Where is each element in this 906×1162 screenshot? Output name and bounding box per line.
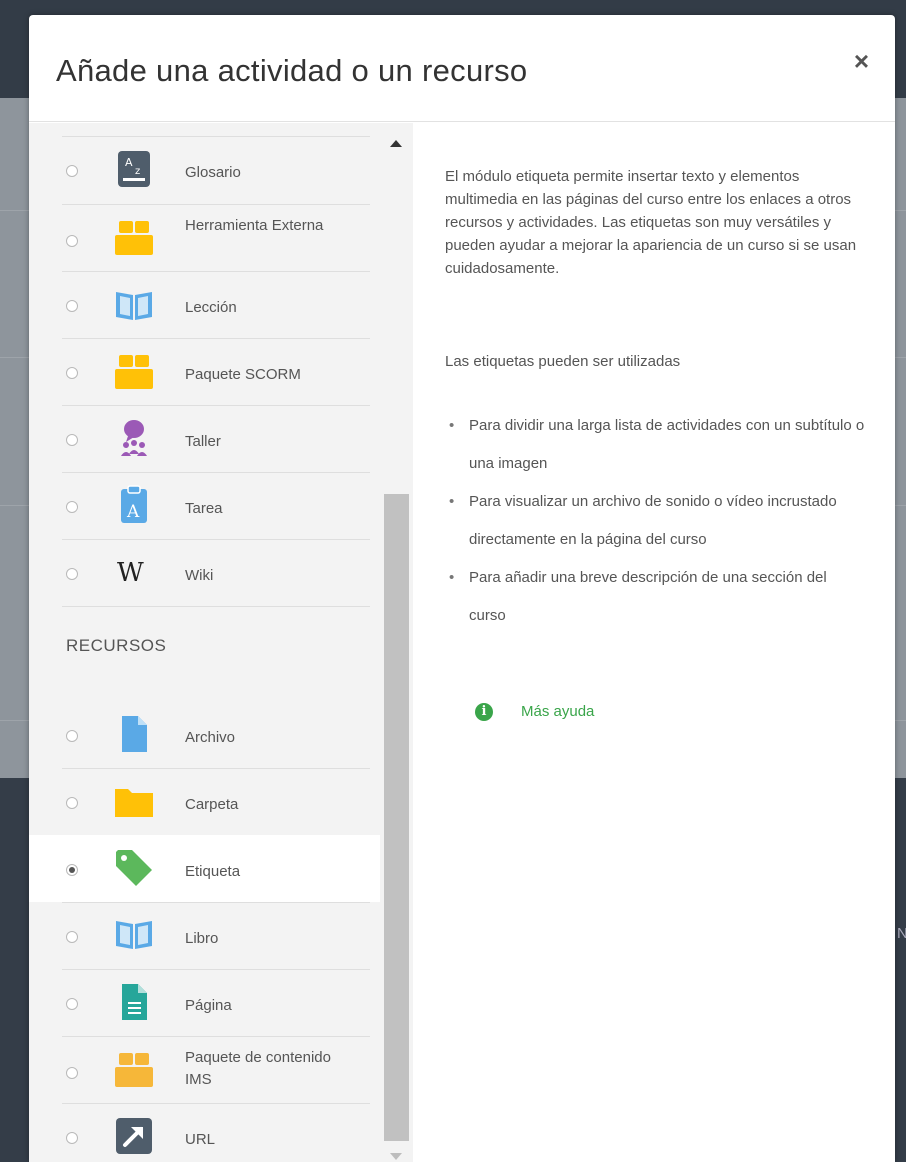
- option-label: Glosario: [185, 164, 241, 181]
- radio-button[interactable]: [66, 568, 78, 580]
- svg-text:W: W: [117, 558, 144, 588]
- radio-button-selected[interactable]: [66, 864, 78, 876]
- glossary-icon: A z: [118, 151, 150, 187]
- tag-icon: [116, 850, 152, 886]
- page-icon: [122, 984, 147, 1020]
- option-label: Tarea: [185, 500, 223, 517]
- help-paragraph: Las etiquetas pueden ser utilizadas: [445, 353, 681, 370]
- scroll-up-arrow-icon[interactable]: [390, 140, 402, 147]
- help-bullet-list: Para dividir una larga lista de activida…: [445, 407, 865, 635]
- option-label: Paquete de contenido IMS: [185, 1049, 331, 1088]
- option-label: Taller: [185, 433, 221, 450]
- file-icon: [122, 716, 147, 752]
- package-icon: [115, 355, 153, 389]
- scrollbar-thumb[interactable]: [384, 494, 409, 1141]
- info-icon: i: [475, 703, 493, 721]
- radio-button[interactable]: [66, 235, 78, 247]
- option-leccion[interactable]: Lección: [29, 272, 380, 338]
- radio-button[interactable]: [66, 1067, 78, 1079]
- option-carpeta[interactable]: Carpeta: [29, 769, 380, 835]
- option-label: Etiqueta: [185, 863, 241, 880]
- radio-button[interactable]: [66, 797, 78, 809]
- svg-text:A: A: [126, 502, 140, 522]
- separator: [62, 606, 370, 607]
- dialog-header: Añade una actividad o un recurso ×: [29, 15, 895, 122]
- folder-icon: [115, 789, 153, 817]
- option-label: Archivo: [185, 729, 236, 746]
- option-libro[interactable]: Libro: [29, 903, 380, 969]
- section-title-recursos: RECURSOS: [66, 636, 167, 655]
- option-url[interactable]: URL: [29, 1104, 380, 1162]
- option-label: Libro: [185, 930, 219, 947]
- option-label: Paquete SCORM: [185, 366, 301, 383]
- option-archivo[interactable]: Archivo: [29, 702, 380, 768]
- radio-button[interactable]: [66, 1132, 78, 1144]
- radio-button[interactable]: [66, 300, 78, 312]
- scroll-down-arrow-icon[interactable]: [390, 1153, 402, 1160]
- option-label: Página: [185, 997, 232, 1014]
- option-tarea[interactable]: A Tarea: [29, 473, 380, 539]
- more-help-link[interactable]: Más ayuda: [521, 703, 594, 721]
- list-item: Para añadir una breve descripción de una…: [445, 559, 865, 635]
- list-item: Para visualizar un archivo de sonido o v…: [445, 483, 865, 559]
- option-label: Herramienta Externa: [185, 217, 324, 234]
- workshop-icon: [121, 420, 147, 456]
- option-label: URL: [185, 1131, 216, 1148]
- close-button[interactable]: ×: [854, 48, 869, 74]
- module-options-list: A z Glosario Herramienta Externa Lección…: [29, 123, 380, 1162]
- radio-button[interactable]: [66, 165, 78, 177]
- package-icon: [115, 1053, 153, 1087]
- book-icon: [116, 921, 152, 949]
- wiki-icon: W: [117, 558, 144, 588]
- dialog-title: Añade una actividad o un recurso: [56, 53, 528, 88]
- radio-button[interactable]: [66, 931, 78, 943]
- add-activity-dialog: Añade una actividad o un recurso × A z G…: [29, 15, 895, 1162]
- radio-button[interactable]: [66, 501, 78, 513]
- radio-button[interactable]: [66, 998, 78, 1010]
- radio-button[interactable]: [66, 367, 78, 379]
- help-paragraph: El módulo etiqueta permite insertar text…: [445, 168, 857, 277]
- option-paquete-ims[interactable]: Paquete de contenido IMS: [29, 1037, 380, 1103]
- option-label: Lección: [185, 299, 237, 316]
- radio-button[interactable]: [66, 730, 78, 742]
- svg-text:A: A: [125, 156, 133, 169]
- option-label: Carpeta: [185, 796, 239, 813]
- option-wiki[interactable]: W Wiki: [29, 540, 380, 606]
- backdrop-edge-glyph: N: [897, 925, 906, 942]
- book-icon: [116, 292, 152, 320]
- list-item: Para dividir una larga lista de activida…: [445, 407, 865, 483]
- svg-text:z: z: [135, 166, 140, 177]
- option-etiqueta[interactable]: Etiqueta: [29, 835, 380, 902]
- help-panel: El módulo etiqueta permite insertar text…: [415, 123, 895, 1162]
- option-herramienta-externa[interactable]: Herramienta Externa: [29, 205, 380, 271]
- option-paquete-scorm[interactable]: Paquete SCORM: [29, 339, 380, 405]
- option-glosario[interactable]: A z Glosario: [29, 137, 380, 203]
- option-pagina[interactable]: Página: [29, 970, 380, 1036]
- option-taller[interactable]: Taller: [29, 406, 380, 472]
- url-icon: [116, 1118, 152, 1154]
- radio-button[interactable]: [66, 434, 78, 446]
- assignment-icon: A: [121, 485, 147, 523]
- option-label: Wiki: [185, 567, 214, 584]
- puzzle-icon: [115, 221, 153, 255]
